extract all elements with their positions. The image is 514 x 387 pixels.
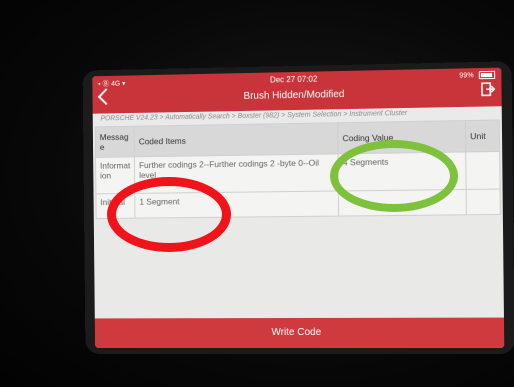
battery-percent: 99% [459, 72, 474, 80]
cell-unit [466, 189, 501, 215]
column-header-coded-items: Coded Items [134, 122, 339, 157]
battery-status: 99% [459, 70, 496, 80]
exit-icon[interactable] [481, 82, 496, 96]
battery-icon [478, 70, 496, 80]
red-annotation-circle [107, 177, 231, 252]
green-annotation-circle [330, 140, 458, 212]
status-time: Dec 27 07:02 [269, 74, 318, 85]
column-header-unit: Unit [465, 119, 500, 152]
page-title: Brush Hidden/Modified [243, 89, 345, 102]
write-code-button[interactable]: Write Code [94, 317, 505, 349]
cell-unit [465, 151, 501, 190]
column-header-message: Messag e [95, 126, 135, 158]
